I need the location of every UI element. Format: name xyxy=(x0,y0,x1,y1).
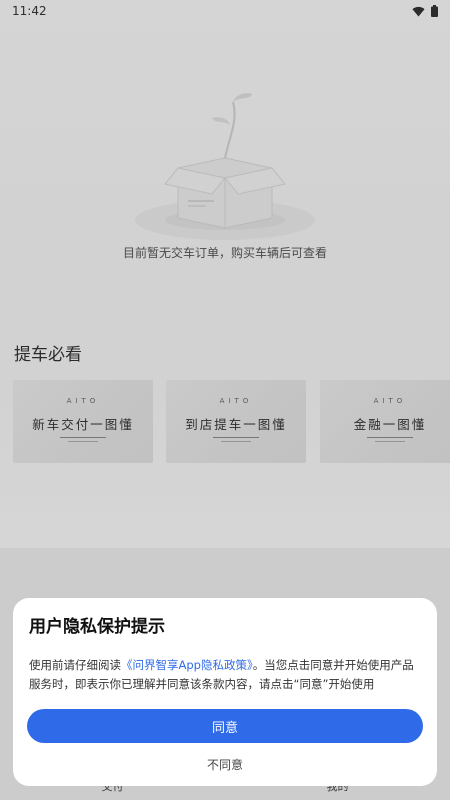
privacy-policy-link[interactable]: 《问界智享App隐私政策》 xyxy=(121,658,253,672)
dialog-title: 用户隐私保护提示 xyxy=(29,617,165,637)
dialog-body-prefix: 使用前请仔细阅读 xyxy=(29,658,121,672)
dialog-body: 使用前请仔细阅读《问界智享App隐私政策》。当您点击同意并开始使用产品服务时，即… xyxy=(29,656,425,694)
agree-button[interactable]: 同意 xyxy=(27,709,423,743)
privacy-dialog: 用户隐私保护提示 使用前请仔细阅读《问界智享App隐私政策》。当您点击同意并开始… xyxy=(13,598,437,786)
disagree-button[interactable]: 不同意 xyxy=(13,756,437,773)
